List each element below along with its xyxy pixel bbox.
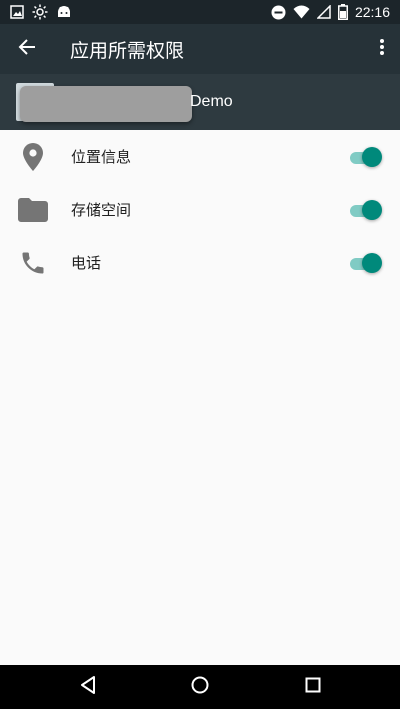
status-bar-notifications bbox=[0, 4, 72, 20]
permission-toggle[interactable] bbox=[350, 146, 382, 167]
nav-back-button[interactable] bbox=[58, 665, 118, 709]
battery-icon bbox=[337, 4, 348, 20]
permission-list: 位置信息 存储空间 电话 bbox=[0, 130, 400, 289]
navigation-bar bbox=[0, 665, 400, 709]
permission-toggle[interactable] bbox=[350, 199, 382, 220]
app-header: Demo bbox=[0, 74, 400, 130]
switch-thumb bbox=[362, 252, 382, 273]
permission-row-phone[interactable]: 电话 bbox=[0, 236, 400, 289]
home-circle-icon bbox=[191, 676, 209, 698]
page-title: 应用所需权限 bbox=[70, 39, 185, 62]
status-time: 22:16 bbox=[354, 4, 390, 20]
more-options-button[interactable] bbox=[364, 24, 400, 74]
location-icon bbox=[18, 142, 48, 172]
recents-square-icon bbox=[305, 677, 321, 697]
app-bar: 应用所需权限 bbox=[0, 24, 400, 74]
permission-label: 存储空间 bbox=[71, 201, 132, 219]
switch-thumb bbox=[362, 199, 382, 220]
nav-recents-button[interactable] bbox=[283, 665, 343, 709]
back-button[interactable] bbox=[0, 24, 54, 74]
phone-icon bbox=[18, 248, 48, 278]
android-icon bbox=[56, 4, 72, 20]
back-triangle-icon bbox=[80, 676, 96, 698]
wifi-icon bbox=[293, 5, 310, 19]
status-bar: 22:16 bbox=[0, 0, 400, 24]
brightness-icon bbox=[32, 4, 48, 20]
arrow-back-icon bbox=[18, 39, 36, 59]
signal-icon bbox=[316, 5, 331, 19]
permission-row-location[interactable]: 位置信息 bbox=[0, 130, 400, 183]
nav-home-button[interactable] bbox=[170, 665, 230, 709]
do-not-disturb-icon bbox=[271, 5, 286, 20]
switch-thumb bbox=[362, 146, 382, 167]
image-icon bbox=[10, 5, 24, 19]
folder-icon bbox=[18, 195, 48, 225]
permission-row-storage[interactable]: 存储空间 bbox=[0, 183, 400, 236]
app-name: Demo bbox=[190, 93, 233, 110]
permission-label: 电话 bbox=[71, 254, 102, 272]
permission-label: 位置信息 bbox=[71, 148, 132, 166]
permission-toggle[interactable] bbox=[350, 252, 382, 273]
more-vert-icon bbox=[380, 39, 384, 59]
redaction-overlay bbox=[20, 86, 192, 122]
status-bar-system: 22:16 bbox=[271, 4, 400, 20]
